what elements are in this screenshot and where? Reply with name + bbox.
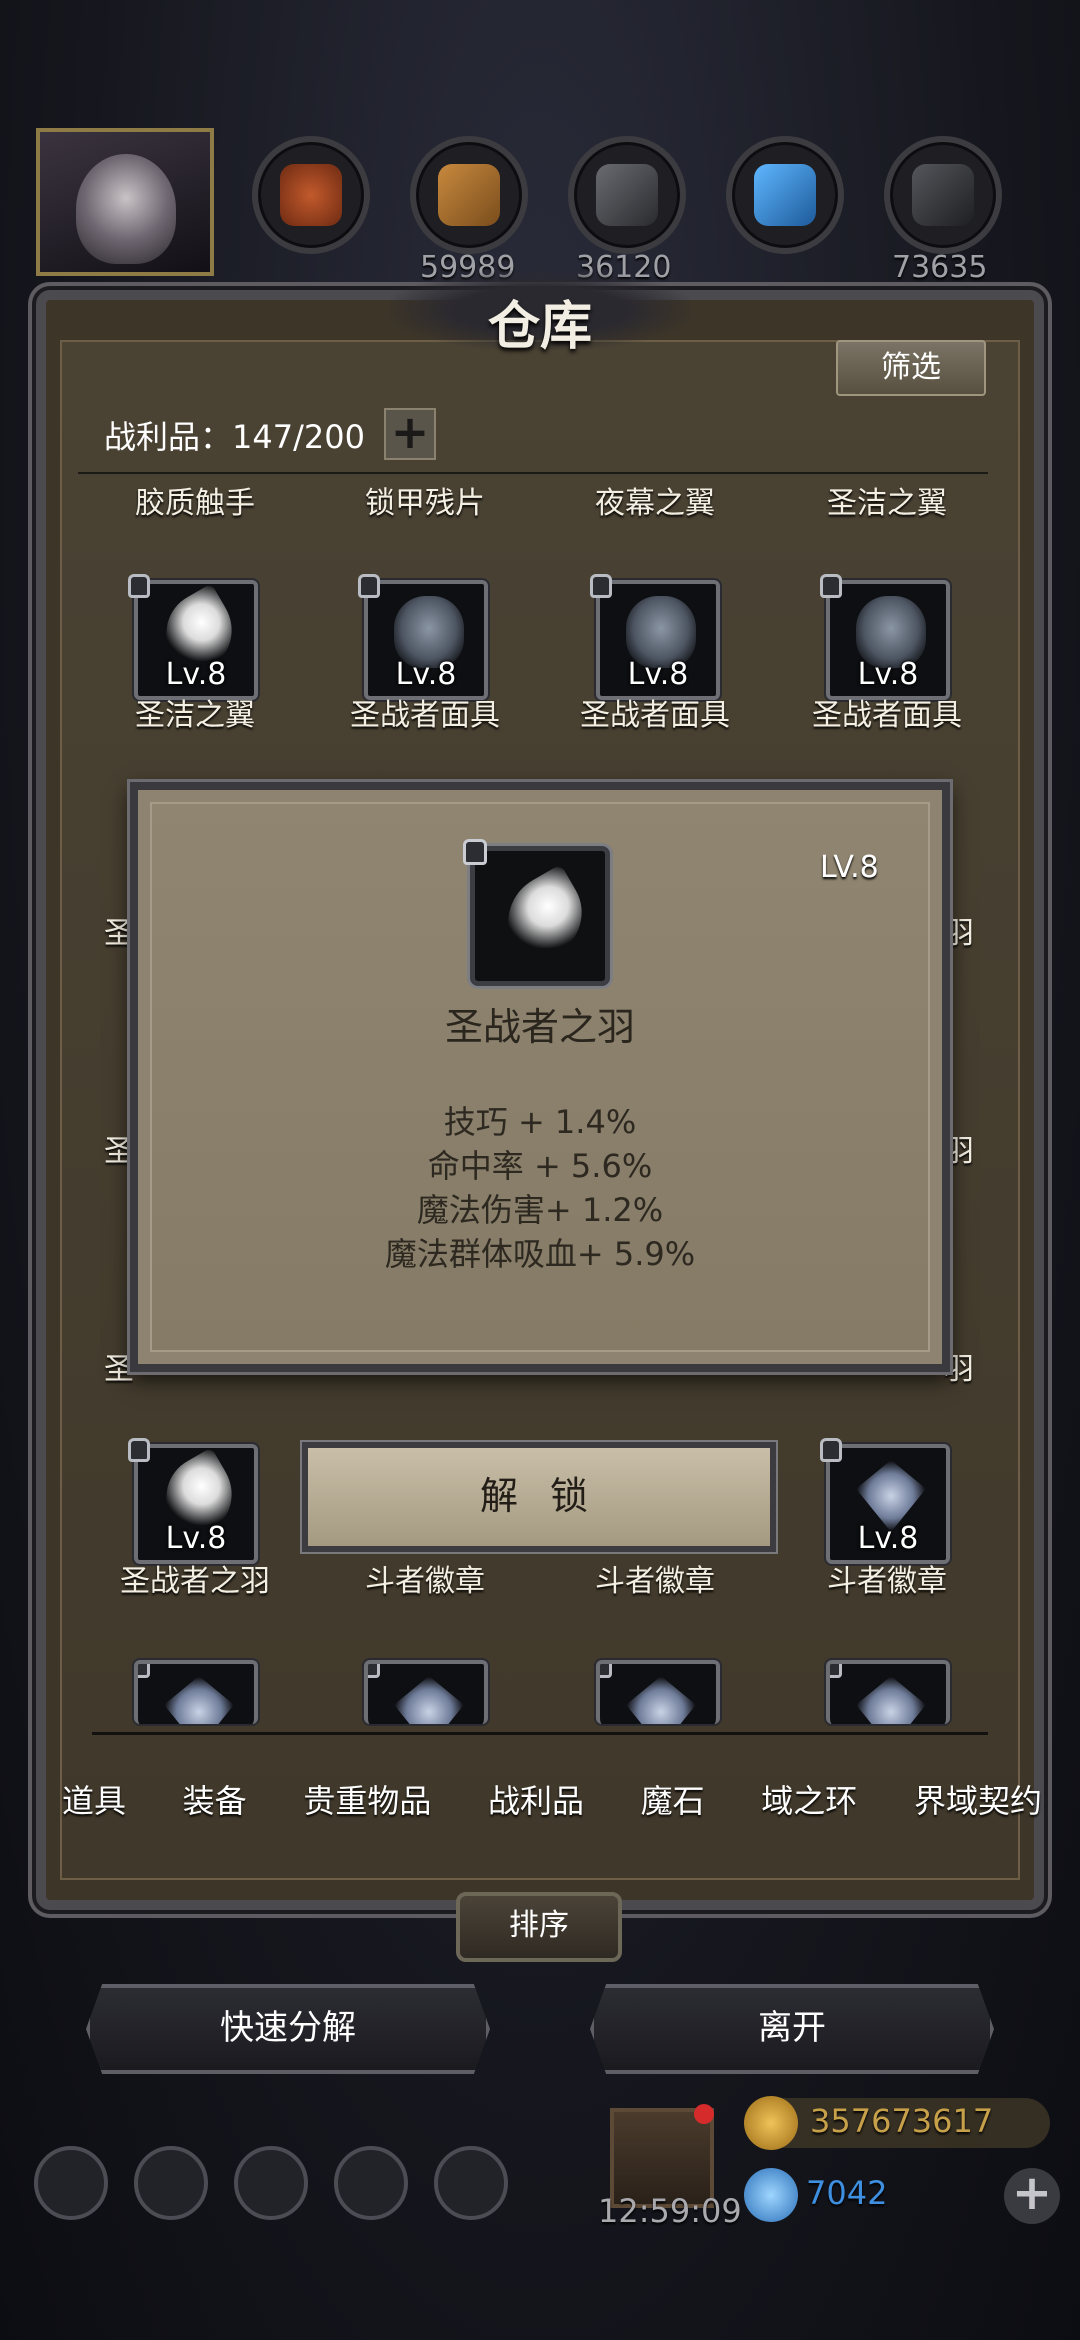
stat-line: 命中率 + 5.6% bbox=[427, 1147, 653, 1185]
quick-decompose-button[interactable]: 快速分解 bbox=[86, 1984, 490, 2074]
item-slot[interactable] bbox=[826, 1660, 950, 1724]
lock-icon bbox=[830, 1664, 842, 1678]
expand-capacity-button[interactable]: + bbox=[384, 408, 436, 460]
item-slot[interactable] bbox=[364, 1660, 488, 1724]
resource-stone-icon[interactable] bbox=[884, 136, 1002, 254]
popup-item-slot bbox=[463, 839, 610, 986]
item-slot[interactable]: Lv.8 bbox=[358, 574, 488, 700]
tab-items[interactable]: 道具 bbox=[62, 1776, 126, 1822]
divider bbox=[78, 472, 988, 474]
gold-amount: 357673617 bbox=[810, 2102, 994, 2140]
item-label: 圣洁之翼 bbox=[827, 486, 947, 521]
game-screen: 59989 36120 73635 仓库 筛选 战利品：147/200 + 胶质… bbox=[0, 0, 1080, 2340]
item-name: 斗者徽章 bbox=[827, 1564, 947, 1599]
item-slot[interactable]: Lv.8 bbox=[128, 574, 258, 700]
item-slot[interactable]: Lv.8 bbox=[820, 574, 950, 700]
item-level: Lv.8 bbox=[857, 1521, 919, 1556]
lock-icon bbox=[820, 574, 842, 598]
hero-icon[interactable] bbox=[134, 2146, 208, 2220]
filter-button[interactable]: 筛选 bbox=[836, 340, 986, 396]
item-slot[interactable] bbox=[596, 1660, 720, 1724]
badge-icon bbox=[626, 1676, 696, 1724]
gem-icon bbox=[744, 2168, 798, 2222]
category-tabs: 道具 装备 贵重物品 战利品 魔石 域之环 界域契约 bbox=[62, 1776, 1042, 1822]
divider bbox=[92, 1732, 988, 1735]
inventory-count: 战利品：147/200 bbox=[104, 418, 365, 456]
lock-icon bbox=[358, 574, 380, 598]
item-slot[interactable]: Lv.8 bbox=[820, 1438, 950, 1564]
mail-icon[interactable] bbox=[334, 2146, 408, 2220]
player-avatar[interactable] bbox=[36, 128, 214, 276]
item-slot[interactable]: Lv.8 bbox=[128, 1438, 258, 1564]
guild-icon[interactable] bbox=[234, 2146, 308, 2220]
sort-button[interactable]: 排序 bbox=[456, 1892, 622, 1962]
popup-item-name: 圣战者之羽 bbox=[444, 1005, 635, 1049]
item-name: 圣洁之翼 bbox=[135, 698, 255, 733]
item-name: 圣战者面具 bbox=[812, 698, 962, 733]
add-currency-button[interactable]: + bbox=[1004, 2168, 1060, 2224]
leave-button[interactable]: 离开 bbox=[590, 1984, 994, 2074]
item-level: Lv.8 bbox=[165, 657, 227, 692]
badge-icon bbox=[856, 1676, 926, 1724]
lock-icon bbox=[590, 574, 612, 598]
tab-domain-rings[interactable]: 域之环 bbox=[761, 1776, 857, 1822]
item-slot[interactable] bbox=[134, 1660, 258, 1724]
gold-coin-icon bbox=[744, 2096, 798, 2150]
resource-crystal-icon[interactable] bbox=[726, 136, 844, 254]
resource-iron-icon[interactable] bbox=[568, 136, 686, 254]
item-level: Lv.8 bbox=[627, 657, 689, 692]
lock-icon bbox=[463, 839, 487, 865]
lock-icon bbox=[138, 1664, 150, 1678]
item-label: 胶质触手 bbox=[135, 486, 255, 521]
item-name: 圣战者面具 bbox=[580, 698, 730, 733]
lock-icon bbox=[368, 1664, 380, 1678]
tab-equipment[interactable]: 装备 bbox=[183, 1776, 247, 1822]
item-name: 圣战者之羽 bbox=[120, 1564, 270, 1599]
settings-icon[interactable] bbox=[34, 2146, 108, 2220]
countdown-timer: 12:59:09 bbox=[598, 2192, 742, 2230]
lock-icon bbox=[820, 1438, 842, 1462]
popup-item-level: LV.8 bbox=[820, 850, 879, 885]
badge-icon bbox=[394, 1676, 464, 1724]
resource-stone-amount: 73635 bbox=[892, 250, 988, 285]
item-label: 锁甲残片 bbox=[365, 486, 485, 521]
tab-magic-stones[interactable]: 魔石 bbox=[641, 1776, 705, 1822]
tab-realm-contracts[interactable]: 界域契约 bbox=[914, 1776, 1042, 1822]
stat-line: 魔法群体吸血+ 5.9% bbox=[384, 1235, 696, 1273]
notification-dot bbox=[694, 2104, 714, 2124]
badge-icon bbox=[164, 1676, 234, 1724]
portrait-icon bbox=[76, 154, 176, 264]
feather-icon bbox=[491, 864, 599, 970]
resource-meat-icon[interactable] bbox=[252, 136, 370, 254]
item-level: Lv.8 bbox=[857, 657, 919, 692]
lock-icon bbox=[128, 574, 150, 598]
item-level: Lv.8 bbox=[165, 1521, 227, 1556]
tab-loot[interactable]: 战利品 bbox=[488, 1776, 584, 1822]
lock-icon bbox=[600, 1664, 612, 1678]
item-name: 斗者徽章 bbox=[595, 1564, 715, 1599]
gem-amount: 7042 bbox=[806, 2174, 888, 2212]
lock-icon bbox=[128, 1438, 150, 1462]
unlock-button[interactable]: 解 锁 bbox=[302, 1442, 776, 1552]
resource-wood-icon[interactable] bbox=[410, 136, 528, 254]
item-level: Lv.8 bbox=[395, 657, 457, 692]
item-label: 夜幕之翼 bbox=[595, 486, 715, 521]
item-slot[interactable]: Lv.8 bbox=[590, 574, 720, 700]
item-name: 圣战者面具 bbox=[350, 698, 500, 733]
map-icon[interactable] bbox=[434, 2146, 508, 2220]
stat-line: 技巧 + 1.4% bbox=[443, 1103, 637, 1141]
popup-stats: 技巧 + 1.4% 命中率 + 5.6% 魔法伤害+ 1.2% 魔法群体吸血+ … bbox=[130, 1100, 950, 1276]
stat-line: 魔法伤害+ 1.2% bbox=[416, 1191, 664, 1229]
item-name: 斗者徽章 bbox=[365, 1564, 485, 1599]
tab-valuables[interactable]: 贵重物品 bbox=[303, 1776, 431, 1822]
